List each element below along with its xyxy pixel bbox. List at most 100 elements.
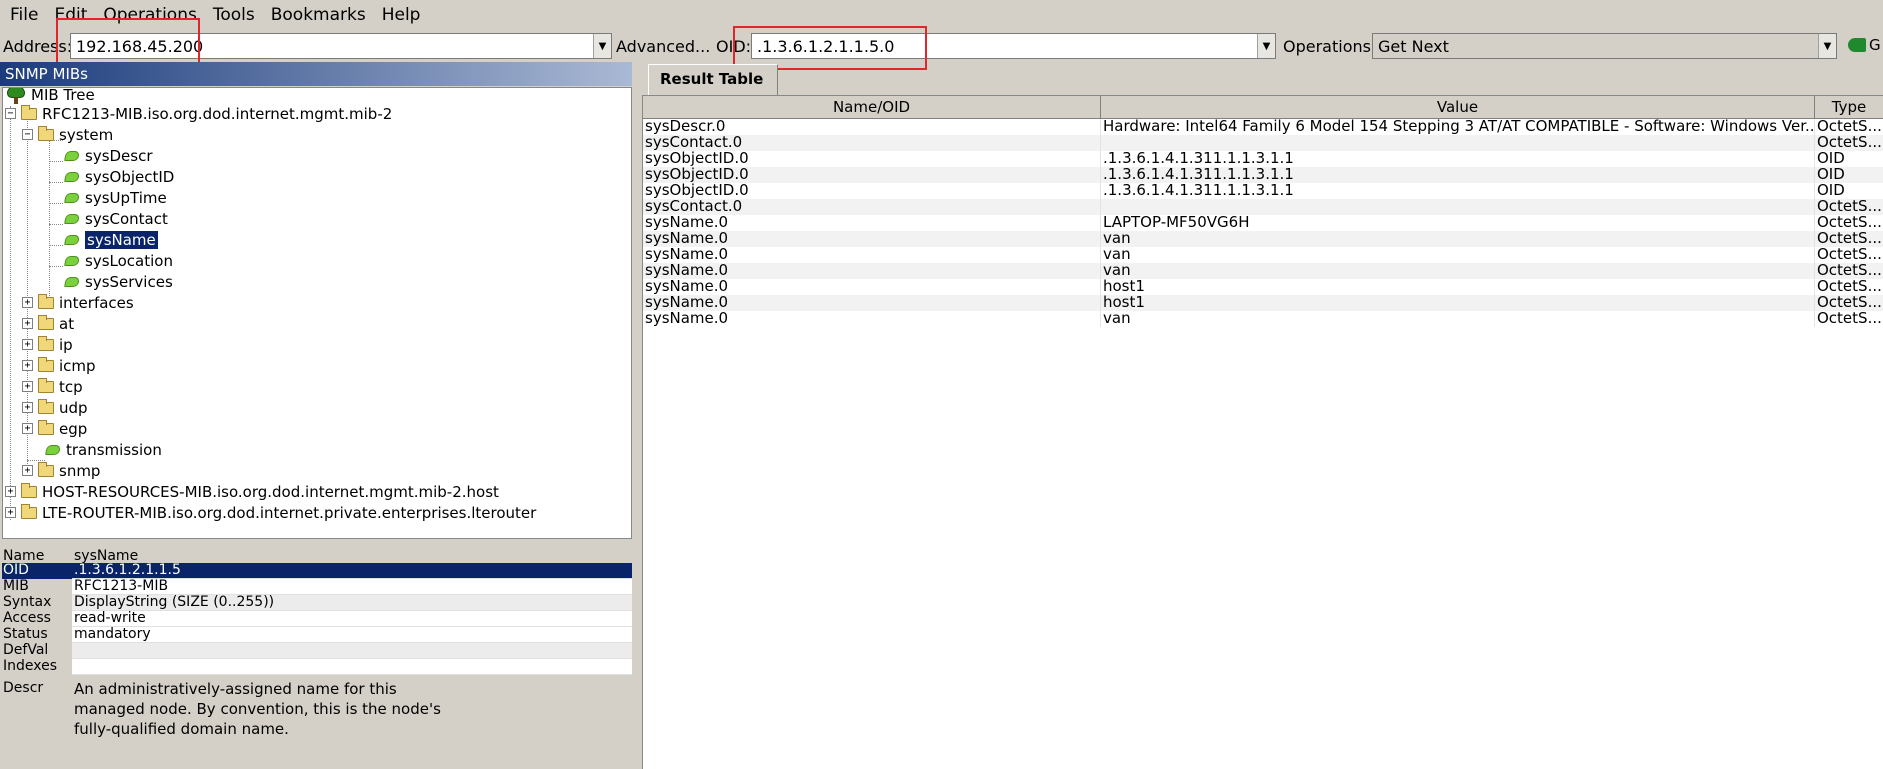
prop-row-defval: DefVal xyxy=(2,643,632,659)
expand-icon[interactable]: + xyxy=(22,339,33,350)
selected-node-label: sysName xyxy=(85,230,158,249)
table-row[interactable]: sysName.0 host1 OctetS... xyxy=(643,295,1883,311)
tree-node-at[interactable]: + at xyxy=(22,313,74,334)
menu-operations[interactable]: Operations xyxy=(103,5,196,25)
tree-node-sysuptime[interactable]: sysUpTime xyxy=(64,187,167,208)
column-header-type[interactable]: Type xyxy=(1815,96,1883,119)
cell-name-oid: sysName.0 xyxy=(643,231,1101,247)
cell-name-oid: sysName.0 xyxy=(643,215,1101,231)
tree-node-rfc1213[interactable]: − RFC1213-MIB.iso.org.dod.internet.mgmt.… xyxy=(5,103,392,124)
tree-node-udp[interactable]: + udp xyxy=(22,397,88,418)
cell-type: OctetS... xyxy=(1817,135,1882,151)
table-row[interactable]: sysContact.0 OctetS... xyxy=(643,199,1883,215)
leaf-icon xyxy=(64,150,80,161)
oid-dropdown-icon[interactable]: ▼ xyxy=(1257,34,1275,58)
expand-icon[interactable]: + xyxy=(22,297,33,308)
operations-value[interactable]: Get Next xyxy=(1373,37,1818,56)
collapse-icon[interactable]: − xyxy=(22,129,33,140)
menu-file[interactable]: File xyxy=(10,5,38,25)
oid-combo[interactable]: .1.3.6.1.2.1.1.5.0 ▼ xyxy=(751,33,1276,59)
snmp-mibs-title: SNMP MIBs xyxy=(0,62,632,86)
mib-tree[interactable]: MIB Tree − RFC1213-MIB.iso.org.dod.inter… xyxy=(2,87,632,539)
address-input[interactable]: 192.168.45.200 xyxy=(71,37,593,56)
tree-node-syslocation[interactable]: sysLocation xyxy=(64,250,173,271)
cell-type: OID xyxy=(1817,167,1845,183)
tree-node-lte-router[interactable]: + LTE-ROUTER-MIB.iso.org.dod.internet.pr… xyxy=(5,502,536,523)
cell-type: OID xyxy=(1817,151,1845,167)
operations-dropdown-icon[interactable]: ▼ xyxy=(1818,34,1836,58)
menu-bar: File Edit Operations Tools Bookmarks Hel… xyxy=(0,0,1883,30)
table-row[interactable]: sysName.0 van OctetS... xyxy=(643,311,1883,327)
table-row[interactable]: sysContact.0 OctetS... xyxy=(643,135,1883,151)
mib-properties-panel: Name sysName OID .1.3.6.1.2.1.1.5 MIB RF… xyxy=(2,549,632,769)
tree-node-transmission[interactable]: transmission xyxy=(45,439,162,460)
tab-result-table[interactable]: Result Table xyxy=(648,64,778,95)
tree-node-ip[interactable]: + ip xyxy=(22,334,73,355)
expand-icon[interactable]: + xyxy=(22,402,33,413)
cell-value: van xyxy=(1101,231,1815,247)
collapse-icon[interactable]: − xyxy=(5,108,16,119)
tree-node-interfaces[interactable]: + interfaces xyxy=(22,292,134,313)
menu-help[interactable]: Help xyxy=(382,5,421,25)
tree-node-sysobjectid[interactable]: sysObjectID xyxy=(64,166,174,187)
cell-value: .1.3.6.1.4.1.311.1.1.3.1.1 xyxy=(1101,167,1815,183)
prop-row-access: Access read-write xyxy=(2,611,632,627)
tree-node-syscontact[interactable]: sysContact xyxy=(64,208,168,229)
result-table[interactable]: Name/OID Value Type sysDescr.0 Hardware: … xyxy=(642,95,1883,769)
table-row[interactable]: sysName.0 LAPTOP-MF50VG6H OctetS... xyxy=(643,215,1883,231)
expand-icon[interactable]: + xyxy=(22,423,33,434)
go-arrow-icon xyxy=(1848,38,1866,52)
table-row[interactable]: sysName.0 van OctetS... xyxy=(643,263,1883,279)
table-row[interactable]: sysDescr.0 Hardware: Intel64 Family 6 Mod… xyxy=(643,119,1883,135)
table-row[interactable]: sysName.0 van OctetS... xyxy=(643,247,1883,263)
tree-node-sysdescr[interactable]: sysDescr xyxy=(64,145,153,166)
table-row[interactable]: sysName.0 van OctetS... xyxy=(643,231,1883,247)
advanced-button[interactable]: Advanced... xyxy=(616,37,710,56)
menu-bookmarks[interactable]: Bookmarks xyxy=(271,5,366,25)
cell-value: van xyxy=(1101,263,1815,279)
cell-value: host1 xyxy=(1101,279,1815,295)
table-row[interactable]: sysObjectID.0.1.3.6.1.4.1.311.1.1.3.1.1 O… xyxy=(643,151,1883,167)
expand-icon[interactable]: + xyxy=(22,465,33,476)
column-header-value[interactable]: Value xyxy=(1101,96,1815,119)
table-row[interactable]: sysObjectID.0.1.3.6.1.4.1.311.1.1.3.1.1 O… xyxy=(643,167,1883,183)
tree-node-snmp[interactable]: + snmp xyxy=(22,460,100,481)
operations-label: Operations: xyxy=(1283,37,1377,56)
table-row[interactable]: sysName.0 host1 OctetS... xyxy=(643,279,1883,295)
tree-node-host-resources[interactable]: + HOST-RESOURCES-MIB.iso.org.dod.interne… xyxy=(5,481,499,502)
cell-type: OctetS... xyxy=(1817,215,1882,231)
cell-type: OctetS... xyxy=(1817,295,1882,311)
expand-icon[interactable]: + xyxy=(22,318,33,329)
folder-icon xyxy=(38,293,54,309)
address-dropdown-icon[interactable]: ▼ xyxy=(593,34,611,58)
tree-node-sysname[interactable]: sysName xyxy=(64,229,158,250)
address-label: Address: xyxy=(3,37,73,56)
cell-value xyxy=(1101,135,1815,151)
prop-descr-text: An administratively-assigned name for th… xyxy=(70,677,632,759)
operations-select[interactable]: Get Next ▼ xyxy=(1372,33,1837,59)
tree-node-system[interactable]: − system xyxy=(22,124,113,145)
tree-node-tcp[interactable]: + tcp xyxy=(22,376,83,397)
menu-tools[interactable]: Tools xyxy=(213,5,255,25)
expand-icon[interactable]: + xyxy=(5,486,16,497)
folder-icon xyxy=(38,314,54,330)
prop-descr-label: Descr xyxy=(3,680,44,696)
tree-node-sysservices[interactable]: sysServices xyxy=(64,271,173,292)
cell-type: OctetS... xyxy=(1817,279,1882,295)
oid-input[interactable]: .1.3.6.1.2.1.1.5.0 xyxy=(752,37,1257,56)
cell-value: .1.3.6.1.4.1.311.1.1.3.1.1 xyxy=(1101,151,1815,167)
table-row[interactable]: sysObjectID.0.1.3.6.1.4.1.311.1.1.3.1.1 O… xyxy=(643,183,1883,199)
address-combo[interactable]: 192.168.45.200 ▼ xyxy=(70,33,612,59)
folder-icon xyxy=(38,335,54,351)
menu-edit[interactable]: Edit xyxy=(54,5,87,25)
go-button[interactable]: G xyxy=(1848,36,1881,54)
cell-name-oid: sysContact.0 xyxy=(643,199,1101,215)
column-header-name-oid[interactable]: Name/OID xyxy=(643,96,1101,119)
expand-icon[interactable]: + xyxy=(22,360,33,371)
prop-row-syntax: Syntax DisplayString (SIZE (0..255)) xyxy=(2,595,632,611)
expand-icon[interactable]: + xyxy=(5,507,16,518)
tree-node-icmp[interactable]: + icmp xyxy=(22,355,96,376)
tree-node-egp[interactable]: + egp xyxy=(22,418,87,439)
expand-icon[interactable]: + xyxy=(22,381,33,392)
prop-row-indexes: Indexes xyxy=(2,659,632,675)
